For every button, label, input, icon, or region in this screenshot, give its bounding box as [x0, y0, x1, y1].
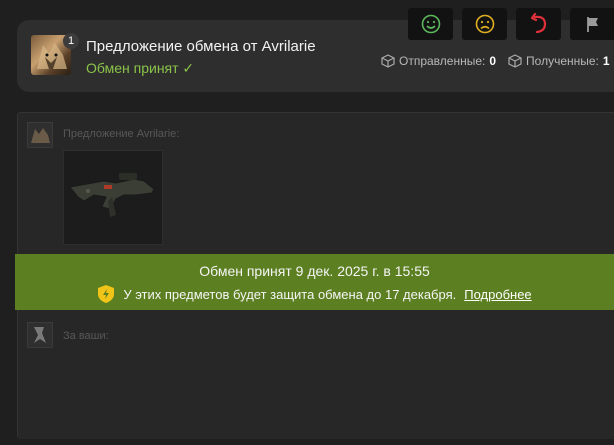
- my-items-label: За ваши:: [63, 330, 109, 342]
- received-label: Полученные:: [526, 54, 599, 68]
- received-count: Полученные: 1: [508, 54, 610, 68]
- flag-icon: [586, 17, 598, 32]
- item-card-rifle[interactable]: [63, 150, 163, 245]
- character-icon: [34, 327, 46, 343]
- smiley-icon: [421, 14, 440, 34]
- shield-icon: [98, 285, 115, 303]
- trade-counts: Отправленные: 0 Полученные: 1: [381, 54, 610, 68]
- box-icon: [381, 54, 395, 68]
- sent-value: 0: [489, 54, 497, 68]
- more-info-link[interactable]: Подробнее: [464, 287, 531, 302]
- box-icon: [508, 54, 522, 68]
- negative-feedback-button[interactable]: [462, 8, 507, 40]
- partner-avatar-wrap[interactable]: 1: [31, 33, 79, 75]
- sent-count: Отправленные: 0: [381, 54, 496, 68]
- sent-label: Отправленные:: [399, 54, 486, 68]
- received-value: 1: [602, 54, 610, 68]
- positive-feedback-button[interactable]: [408, 8, 453, 40]
- wolf-icon: [31, 128, 50, 143]
- page-title: Предложение обмена от Avrilarie: [86, 38, 316, 55]
- partner-mini-avatar: [27, 122, 53, 148]
- accepted-date-text: Обмен принят 9 дек. 2025 г. в 15:55: [199, 263, 430, 279]
- report-button[interactable]: [570, 8, 614, 40]
- my-mini-avatar: [27, 322, 53, 348]
- trade-offer-page: 1 Предложение обмена от Avrilarie Обмен …: [0, 0, 614, 445]
- sad-icon: [475, 14, 494, 34]
- trade-actions: [408, 8, 614, 40]
- protection-line: У этих предметов будет защита обмена до …: [15, 284, 614, 304]
- status-badge: Обмен принят ✓: [86, 60, 195, 76]
- protection-text: У этих предметов будет защита обмена до …: [123, 286, 457, 302]
- trade-accepted-banner: Обмен принят 9 дек. 2025 г. в 15:55 У эт…: [15, 254, 614, 310]
- trade-count-badge: 1: [63, 33, 79, 49]
- undo-button[interactable]: [516, 8, 561, 40]
- partner-items-label: Предложение Avrilarie:: [63, 128, 180, 140]
- undo-icon: [530, 13, 546, 34]
- rifle-icon: [69, 173, 155, 217]
